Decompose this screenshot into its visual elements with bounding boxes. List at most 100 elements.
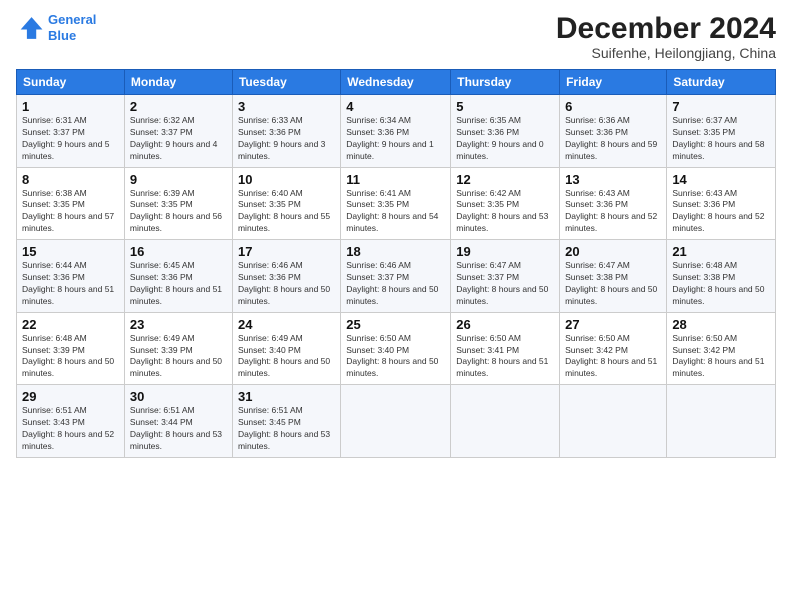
day-number: 5 bbox=[456, 99, 554, 114]
day-number: 19 bbox=[456, 244, 554, 259]
logo: General Blue bbox=[16, 12, 96, 43]
day-info: Sunrise: 6:51 AM Sunset: 3:44 PM Dayligh… bbox=[130, 405, 227, 453]
calendar-cell: 2 Sunrise: 6:32 AM Sunset: 3:37 PM Dayli… bbox=[124, 95, 232, 168]
day-number: 15 bbox=[22, 244, 119, 259]
col-monday: Monday bbox=[124, 70, 232, 95]
main-title: December 2024 bbox=[556, 12, 776, 45]
day-info: Sunrise: 6:51 AM Sunset: 3:45 PM Dayligh… bbox=[238, 405, 335, 453]
day-number: 3 bbox=[238, 99, 335, 114]
day-info: Sunrise: 6:41 AM Sunset: 3:35 PM Dayligh… bbox=[346, 188, 445, 236]
day-info: Sunrise: 6:50 AM Sunset: 3:42 PM Dayligh… bbox=[565, 333, 661, 381]
calendar-cell bbox=[451, 385, 560, 458]
page-container: General Blue December 2024 Suifenhe, Hei… bbox=[0, 0, 792, 466]
day-number: 17 bbox=[238, 244, 335, 259]
calendar-cell: 20 Sunrise: 6:47 AM Sunset: 3:38 PM Dayl… bbox=[560, 240, 667, 313]
calendar-cell: 9 Sunrise: 6:39 AM Sunset: 3:35 PM Dayli… bbox=[124, 167, 232, 240]
day-info: Sunrise: 6:49 AM Sunset: 3:39 PM Dayligh… bbox=[130, 333, 227, 381]
calendar-cell: 30 Sunrise: 6:51 AM Sunset: 3:44 PM Dayl… bbox=[124, 385, 232, 458]
day-info: Sunrise: 6:50 AM Sunset: 3:41 PM Dayligh… bbox=[456, 333, 554, 381]
day-info: Sunrise: 6:43 AM Sunset: 3:36 PM Dayligh… bbox=[672, 188, 770, 236]
day-info: Sunrise: 6:37 AM Sunset: 3:35 PM Dayligh… bbox=[672, 115, 770, 163]
day-number: 23 bbox=[130, 317, 227, 332]
calendar-cell: 13 Sunrise: 6:43 AM Sunset: 3:36 PM Dayl… bbox=[560, 167, 667, 240]
day-info: Sunrise: 6:50 AM Sunset: 3:42 PM Dayligh… bbox=[672, 333, 770, 381]
day-info: Sunrise: 6:48 AM Sunset: 3:39 PM Dayligh… bbox=[22, 333, 119, 381]
day-number: 30 bbox=[130, 389, 227, 404]
day-info: Sunrise: 6:48 AM Sunset: 3:38 PM Dayligh… bbox=[672, 260, 770, 308]
calendar-cell: 14 Sunrise: 6:43 AM Sunset: 3:36 PM Dayl… bbox=[667, 167, 776, 240]
logo-line2: Blue bbox=[48, 28, 76, 43]
day-info: Sunrise: 6:45 AM Sunset: 3:36 PM Dayligh… bbox=[130, 260, 227, 308]
calendar-cell bbox=[560, 385, 667, 458]
day-info: Sunrise: 6:36 AM Sunset: 3:36 PM Dayligh… bbox=[565, 115, 661, 163]
calendar-week-3: 15 Sunrise: 6:44 AM Sunset: 3:36 PM Dayl… bbox=[17, 240, 776, 313]
day-number: 31 bbox=[238, 389, 335, 404]
day-info: Sunrise: 6:43 AM Sunset: 3:36 PM Dayligh… bbox=[565, 188, 661, 236]
title-block: December 2024 Suifenhe, Heilongjiang, Ch… bbox=[556, 12, 776, 61]
calendar-cell: 28 Sunrise: 6:50 AM Sunset: 3:42 PM Dayl… bbox=[667, 312, 776, 385]
calendar-week-5: 29 Sunrise: 6:51 AM Sunset: 3:43 PM Dayl… bbox=[17, 385, 776, 458]
day-number: 8 bbox=[22, 172, 119, 187]
day-number: 29 bbox=[22, 389, 119, 404]
day-number: 2 bbox=[130, 99, 227, 114]
day-info: Sunrise: 6:34 AM Sunset: 3:36 PM Dayligh… bbox=[346, 115, 445, 163]
calendar-cell: 15 Sunrise: 6:44 AM Sunset: 3:36 PM Dayl… bbox=[17, 240, 125, 313]
calendar-cell: 12 Sunrise: 6:42 AM Sunset: 3:35 PM Dayl… bbox=[451, 167, 560, 240]
calendar-cell: 4 Sunrise: 6:34 AM Sunset: 3:36 PM Dayli… bbox=[341, 95, 451, 168]
col-tuesday: Tuesday bbox=[232, 70, 340, 95]
day-info: Sunrise: 6:35 AM Sunset: 3:36 PM Dayligh… bbox=[456, 115, 554, 163]
calendar-week-4: 22 Sunrise: 6:48 AM Sunset: 3:39 PM Dayl… bbox=[17, 312, 776, 385]
calendar-cell: 11 Sunrise: 6:41 AM Sunset: 3:35 PM Dayl… bbox=[341, 167, 451, 240]
logo-icon bbox=[16, 14, 44, 42]
calendar-cell: 17 Sunrise: 6:46 AM Sunset: 3:36 PM Dayl… bbox=[232, 240, 340, 313]
day-number: 20 bbox=[565, 244, 661, 259]
calendar-cell: 31 Sunrise: 6:51 AM Sunset: 3:45 PM Dayl… bbox=[232, 385, 340, 458]
day-info: Sunrise: 6:47 AM Sunset: 3:38 PM Dayligh… bbox=[565, 260, 661, 308]
calendar-cell: 21 Sunrise: 6:48 AM Sunset: 3:38 PM Dayl… bbox=[667, 240, 776, 313]
day-info: Sunrise: 6:44 AM Sunset: 3:36 PM Dayligh… bbox=[22, 260, 119, 308]
calendar-cell: 1 Sunrise: 6:31 AM Sunset: 3:37 PM Dayli… bbox=[17, 95, 125, 168]
calendar-cell: 27 Sunrise: 6:50 AM Sunset: 3:42 PM Dayl… bbox=[560, 312, 667, 385]
calendar-cell: 3 Sunrise: 6:33 AM Sunset: 3:36 PM Dayli… bbox=[232, 95, 340, 168]
calendar-cell: 25 Sunrise: 6:50 AM Sunset: 3:40 PM Dayl… bbox=[341, 312, 451, 385]
calendar-cell: 23 Sunrise: 6:49 AM Sunset: 3:39 PM Dayl… bbox=[124, 312, 232, 385]
calendar-cell: 22 Sunrise: 6:48 AM Sunset: 3:39 PM Dayl… bbox=[17, 312, 125, 385]
day-info: Sunrise: 6:38 AM Sunset: 3:35 PM Dayligh… bbox=[22, 188, 119, 236]
calendar-cell: 19 Sunrise: 6:47 AM Sunset: 3:37 PM Dayl… bbox=[451, 240, 560, 313]
calendar-cell: 7 Sunrise: 6:37 AM Sunset: 3:35 PM Dayli… bbox=[667, 95, 776, 168]
day-number: 11 bbox=[346, 172, 445, 187]
day-info: Sunrise: 6:31 AM Sunset: 3:37 PM Dayligh… bbox=[22, 115, 119, 163]
day-number: 1 bbox=[22, 99, 119, 114]
day-info: Sunrise: 6:39 AM Sunset: 3:35 PM Dayligh… bbox=[130, 188, 227, 236]
day-number: 14 bbox=[672, 172, 770, 187]
header-row: Sunday Monday Tuesday Wednesday Thursday… bbox=[17, 70, 776, 95]
calendar-cell: 10 Sunrise: 6:40 AM Sunset: 3:35 PM Dayl… bbox=[232, 167, 340, 240]
col-friday: Friday bbox=[560, 70, 667, 95]
calendar-cell: 5 Sunrise: 6:35 AM Sunset: 3:36 PM Dayli… bbox=[451, 95, 560, 168]
day-number: 9 bbox=[130, 172, 227, 187]
day-info: Sunrise: 6:46 AM Sunset: 3:37 PM Dayligh… bbox=[346, 260, 445, 308]
day-number: 13 bbox=[565, 172, 661, 187]
day-number: 22 bbox=[22, 317, 119, 332]
day-number: 6 bbox=[565, 99, 661, 114]
day-info: Sunrise: 6:32 AM Sunset: 3:37 PM Dayligh… bbox=[130, 115, 227, 163]
calendar-cell: 6 Sunrise: 6:36 AM Sunset: 3:36 PM Dayli… bbox=[560, 95, 667, 168]
logo-line1: General bbox=[48, 12, 96, 27]
day-info: Sunrise: 6:51 AM Sunset: 3:43 PM Dayligh… bbox=[22, 405, 119, 453]
day-number: 24 bbox=[238, 317, 335, 332]
col-wednesday: Wednesday bbox=[341, 70, 451, 95]
day-number: 21 bbox=[672, 244, 770, 259]
calendar-week-2: 8 Sunrise: 6:38 AM Sunset: 3:35 PM Dayli… bbox=[17, 167, 776, 240]
day-number: 7 bbox=[672, 99, 770, 114]
day-info: Sunrise: 6:33 AM Sunset: 3:36 PM Dayligh… bbox=[238, 115, 335, 163]
day-number: 18 bbox=[346, 244, 445, 259]
calendar-cell bbox=[667, 385, 776, 458]
day-info: Sunrise: 6:46 AM Sunset: 3:36 PM Dayligh… bbox=[238, 260, 335, 308]
calendar-cell bbox=[341, 385, 451, 458]
day-number: 25 bbox=[346, 317, 445, 332]
day-number: 12 bbox=[456, 172, 554, 187]
day-info: Sunrise: 6:50 AM Sunset: 3:40 PM Dayligh… bbox=[346, 333, 445, 381]
day-info: Sunrise: 6:49 AM Sunset: 3:40 PM Dayligh… bbox=[238, 333, 335, 381]
day-number: 10 bbox=[238, 172, 335, 187]
col-sunday: Sunday bbox=[17, 70, 125, 95]
